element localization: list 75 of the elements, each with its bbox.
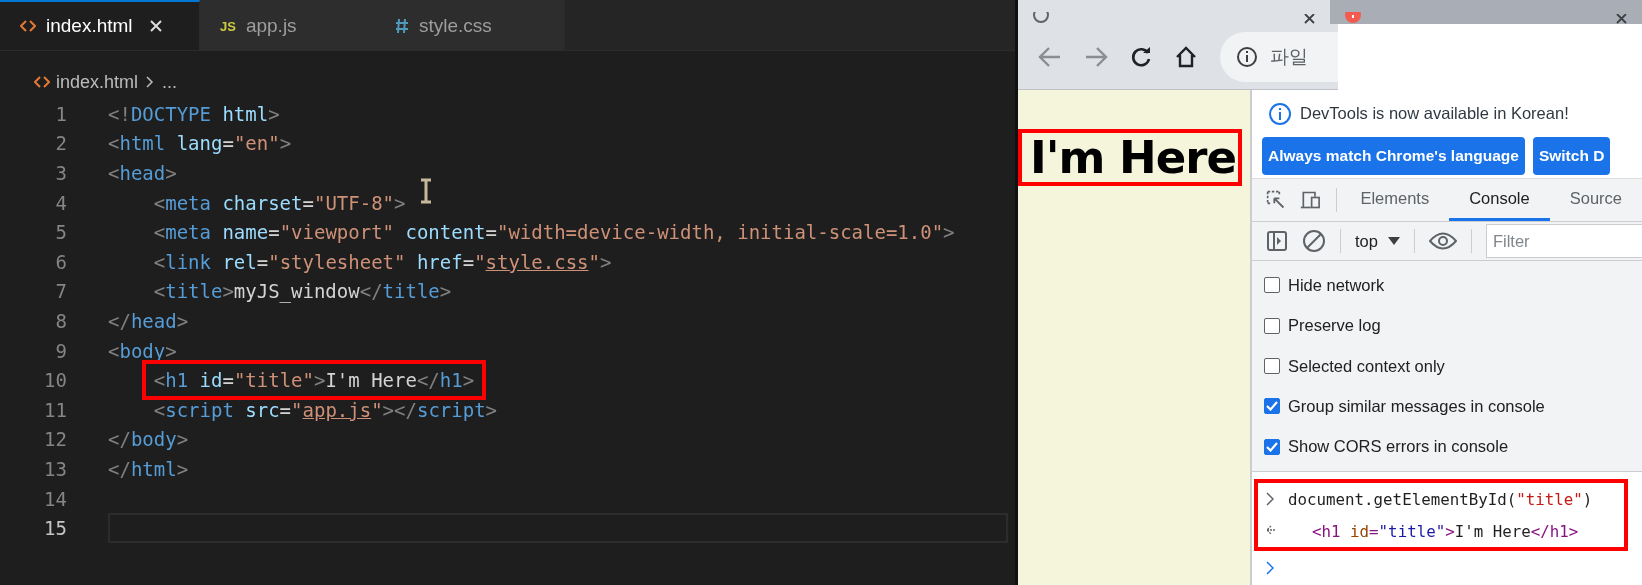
dropdown-arrow-icon — [1387, 237, 1400, 246]
line-number: 11 — [43, 398, 67, 421]
checkbox[interactable] — [1264, 358, 1280, 374]
code-line: <link rel="stylesheet" href="style.css"> — [153, 250, 612, 273]
line-number: 4 — [54, 191, 67, 214]
close-icon[interactable] — [1304, 14, 1316, 24]
line-number: 8 — [54, 309, 67, 332]
code-line: <html lang="en"> — [108, 132, 292, 155]
console-command: document.getElementById("title") — [1288, 489, 1593, 509]
devtools-tab[interactable]: Source — [1549, 179, 1642, 222]
line-number: 6 — [54, 250, 67, 273]
eye-icon[interactable] — [1428, 232, 1457, 251]
hash-icon — [395, 18, 409, 34]
language-button[interactable]: Switch D — [1532, 137, 1611, 176]
forward-arrow-icon[interactable] — [1084, 45, 1108, 68]
devtools-tab[interactable]: Elements — [1340, 179, 1450, 222]
code-line: <!DOCTYPE html> — [108, 102, 280, 125]
clear-console-icon[interactable] — [1302, 229, 1326, 254]
code-line: <body> — [108, 339, 177, 362]
language-button[interactable]: Always match Chrome's language — [1262, 137, 1525, 176]
alert-icon — [1344, 12, 1362, 24]
line-number: 10 — [43, 369, 67, 392]
breadcrumb-item[interactable]: index.html — [56, 65, 139, 99]
breadcrumb-item[interactable]: ... — [162, 65, 178, 99]
reload-icon[interactable] — [1130, 45, 1152, 68]
editor-tab[interactable]: JS app.js — [200, 0, 375, 50]
back-arrow-icon[interactable] — [1038, 45, 1062, 68]
line-number: 1 — [54, 102, 67, 125]
checkbox[interactable] — [1264, 277, 1280, 294]
line-number: 2 — [54, 132, 67, 155]
code-brackets-icon — [34, 75, 50, 89]
context-selector[interactable]: top — [1355, 231, 1400, 251]
filter-field[interactable]: Filter — [1485, 224, 1642, 259]
url-scheme-label: 파일 — [1270, 44, 1308, 69]
setting-label: Selected context only — [1288, 356, 1445, 376]
page-heading: I'm Here — [1030, 133, 1236, 182]
code-line: <title>myJS_window</title> — [153, 280, 452, 303]
editor-tab[interactable]: index.html — [0, 0, 200, 50]
code-line: <head> — [108, 162, 177, 184]
code-brackets-icon — [20, 19, 36, 33]
info-icon — [1236, 45, 1258, 68]
line-number: 14 — [43, 487, 67, 510]
setting-label: Group similar messages in console — [1288, 396, 1545, 416]
line-number: 9 — [54, 339, 67, 362]
sidebar-toggle-icon[interactable] — [1266, 230, 1288, 253]
code-line: <script src="app.js"></script> — [153, 398, 498, 421]
home-icon[interactable] — [1174, 44, 1198, 69]
setting-label: Hide network — [1288, 275, 1385, 295]
prompt-chevron-icon[interactable] — [1266, 561, 1274, 575]
notice-text: DevTools is now available in Korean! — [1300, 104, 1569, 123]
text-cursor-icon — [420, 178, 432, 204]
checkbox[interactable] — [1264, 438, 1280, 455]
address-bar[interactable]: 파일 — [1220, 31, 1338, 82]
console-result: <h1 id="title">I'm Here</h1> — [1311, 521, 1579, 541]
checkmark-icon — [1266, 441, 1278, 452]
code-line: <meta charset="UTF-8"> — [153, 191, 406, 214]
info-icon — [1268, 101, 1292, 126]
line-number: 12 — [43, 428, 67, 451]
line-number: 7 — [54, 280, 67, 303]
checkmark-icon — [1266, 401, 1278, 412]
line-number: 15 — [43, 517, 67, 540]
prompt-chevron-icon — [1266, 492, 1274, 506]
setting-label: Preserve log — [1288, 316, 1381, 336]
line-number: 13 — [43, 457, 67, 480]
setting-label: Show CORS errors in console — [1288, 437, 1509, 457]
checkbox[interactable] — [1264, 317, 1280, 334]
js-file-icon: JS — [220, 18, 236, 34]
checkbox[interactable] — [1264, 398, 1280, 415]
code-line: </head> — [108, 309, 189, 332]
code-line: </body> — [108, 428, 189, 451]
code-line: </html> — [108, 457, 189, 480]
line-number: 5 — [54, 221, 67, 244]
code-line: <meta name="viewport" content="width=device-width, initial-scale=1.0"> — [153, 221, 955, 244]
line-number: 3 — [54, 162, 67, 184]
editor-tab[interactable]: style.css — [375, 0, 565, 50]
